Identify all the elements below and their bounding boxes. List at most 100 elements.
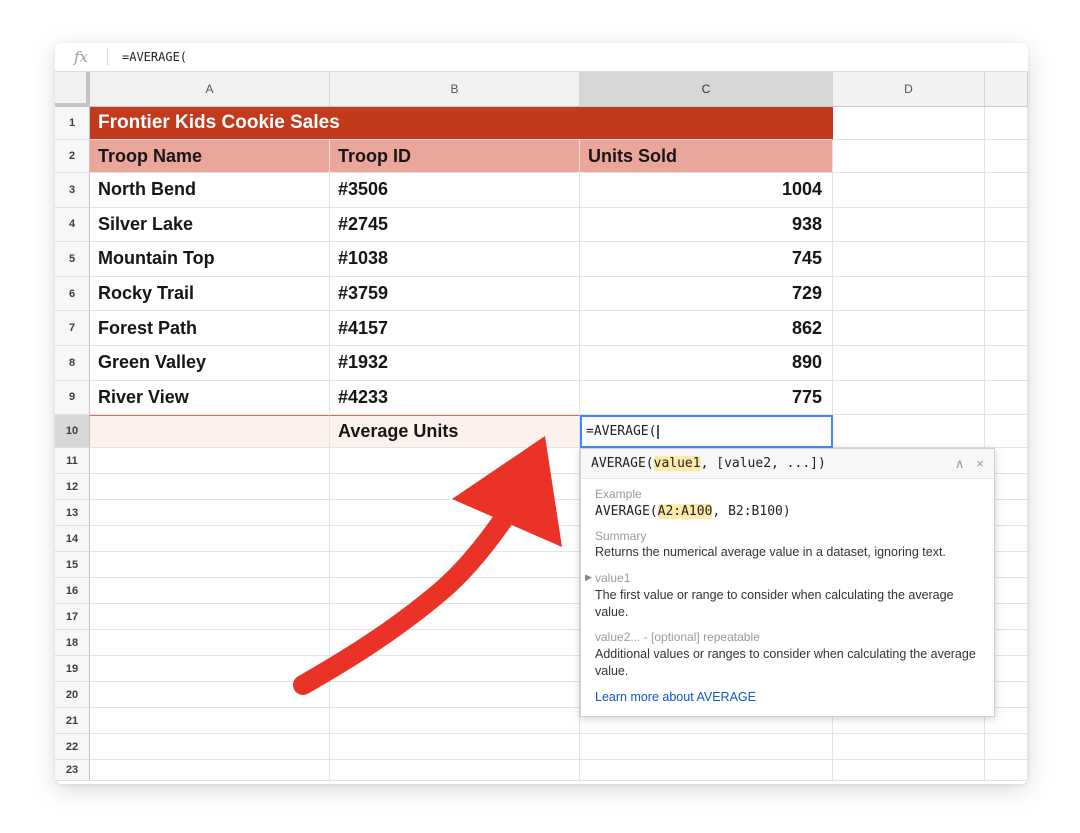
row-number[interactable]: 12: [55, 474, 90, 500]
row-number[interactable]: 5: [55, 242, 90, 277]
cell-empty[interactable]: [833, 173, 985, 208]
cell-troop-name[interactable]: Silver Lake: [90, 208, 330, 243]
cell-empty[interactable]: [833, 208, 985, 243]
cell-empty[interactable]: [90, 448, 330, 474]
select-all-corner[interactable]: [55, 72, 90, 107]
formula-help-badge[interactable]: ?: [580, 415, 581, 433]
cell-empty[interactable]: [330, 760, 580, 781]
row-number[interactable]: 14: [55, 526, 90, 552]
cell-empty[interactable]: [90, 734, 330, 760]
expand-arrow-icon[interactable]: ▶: [585, 572, 592, 583]
cell-empty[interactable]: [833, 140, 985, 173]
cell-empty[interactable]: [330, 630, 580, 656]
column-header-C[interactable]: C: [580, 72, 833, 107]
row-number[interactable]: 2: [55, 140, 90, 173]
cell-empty[interactable]: [985, 346, 1028, 381]
cell-empty[interactable]: [985, 140, 1028, 173]
close-icon[interactable]: ×: [976, 457, 984, 470]
cell-empty[interactable]: [985, 734, 1028, 760]
cell-troop-id[interactable]: #3759: [330, 277, 580, 312]
cell-units-sold[interactable]: 938: [580, 208, 833, 243]
cell-empty[interactable]: [833, 107, 985, 140]
cell-empty[interactable]: [90, 656, 330, 682]
cell-empty[interactable]: [90, 578, 330, 604]
cell-empty[interactable]: [833, 760, 985, 781]
cell-units-sold[interactable]: 890: [580, 346, 833, 381]
cell-empty[interactable]: [985, 242, 1028, 277]
cell-empty[interactable]: [90, 708, 330, 734]
column-header-D[interactable]: D: [833, 72, 985, 107]
cell-empty[interactable]: [330, 604, 580, 630]
cell-empty[interactable]: [985, 760, 1028, 781]
cell-empty[interactable]: [833, 311, 985, 346]
cell-empty[interactable]: [985, 381, 1028, 416]
formula-input[interactable]: =AVERAGE(: [108, 50, 1028, 64]
cell-troop-name[interactable]: Rocky Trail: [90, 277, 330, 312]
cell-empty[interactable]: [90, 552, 330, 578]
cell-empty[interactable]: [330, 734, 580, 760]
column-header-partial[interactable]: [985, 72, 1028, 107]
cell-empty[interactable]: [90, 474, 330, 500]
row-number[interactable]: 23: [55, 760, 90, 781]
cell-troop-name[interactable]: Mountain Top: [90, 242, 330, 277]
cell-troop-name[interactable]: North Bend: [90, 173, 330, 208]
cell-empty[interactable]: [985, 415, 1028, 448]
cell-column-title[interactable]: Units Sold: [580, 140, 833, 173]
cell-troop-id[interactable]: #4157: [330, 311, 580, 346]
cell-empty[interactable]: [90, 630, 330, 656]
row-number[interactable]: 4: [55, 208, 90, 243]
active-cell-edit[interactable]: =AVERAGE(?: [580, 415, 833, 448]
cell-empty[interactable]: [833, 346, 985, 381]
cell-empty-footer[interactable]: [90, 415, 330, 448]
cell-column-title[interactable]: Troop Name: [90, 140, 330, 173]
cell-empty[interactable]: [330, 500, 580, 526]
row-number[interactable]: 9: [55, 381, 90, 416]
cell-units-sold[interactable]: 862: [580, 311, 833, 346]
cell-troop-id[interactable]: #2745: [330, 208, 580, 243]
collapse-icon[interactable]: ∧: [955, 457, 965, 470]
cell-empty[interactable]: [985, 208, 1028, 243]
cell-empty[interactable]: [833, 734, 985, 760]
learn-more-link[interactable]: Learn more about AVERAGE: [595, 690, 756, 704]
row-number[interactable]: 16: [55, 578, 90, 604]
cell-empty[interactable]: [90, 604, 330, 630]
cell-empty[interactable]: [985, 173, 1028, 208]
cell-units-sold[interactable]: 745: [580, 242, 833, 277]
cell-empty[interactable]: [330, 578, 580, 604]
row-number[interactable]: 3: [55, 173, 90, 208]
cell-empty[interactable]: [833, 277, 985, 312]
cell-empty[interactable]: [330, 474, 580, 500]
cell-empty[interactable]: [330, 708, 580, 734]
cell-empty[interactable]: [833, 415, 985, 448]
cell-units-sold[interactable]: 729: [580, 277, 833, 312]
row-number[interactable]: 10: [55, 415, 90, 448]
cell-empty[interactable]: [90, 526, 330, 552]
cell-empty[interactable]: [833, 381, 985, 416]
cell-empty[interactable]: [90, 500, 330, 526]
row-number[interactable]: 19: [55, 656, 90, 682]
cell-troop-id[interactable]: #3506: [330, 173, 580, 208]
cell-empty[interactable]: [580, 734, 833, 760]
row-number[interactable]: 22: [55, 734, 90, 760]
cell-troop-id[interactable]: #1932: [330, 346, 580, 381]
cell-troop-name[interactable]: Green Valley: [90, 346, 330, 381]
column-header-B[interactable]: B: [330, 72, 580, 107]
cell-empty[interactable]: [330, 448, 580, 474]
row-number[interactable]: 17: [55, 604, 90, 630]
row-number[interactable]: 20: [55, 682, 90, 708]
cell-empty[interactable]: [90, 682, 330, 708]
row-number[interactable]: 15: [55, 552, 90, 578]
row-number[interactable]: 21: [55, 708, 90, 734]
cell-troop-id[interactable]: #1038: [330, 242, 580, 277]
cell-empty[interactable]: [330, 552, 580, 578]
cell-troop-name[interactable]: Forest Path: [90, 311, 330, 346]
cell-empty[interactable]: [330, 656, 580, 682]
row-number[interactable]: 6: [55, 277, 90, 312]
cell-empty[interactable]: [985, 277, 1028, 312]
row-number[interactable]: 7: [55, 311, 90, 346]
cell-empty[interactable]: [580, 760, 833, 781]
row-number[interactable]: 13: [55, 500, 90, 526]
cell-sheet-title[interactable]: Frontier Kids Cookie Sales: [90, 107, 833, 140]
cell-troop-name[interactable]: River View: [90, 381, 330, 416]
row-number[interactable]: 8: [55, 346, 90, 381]
